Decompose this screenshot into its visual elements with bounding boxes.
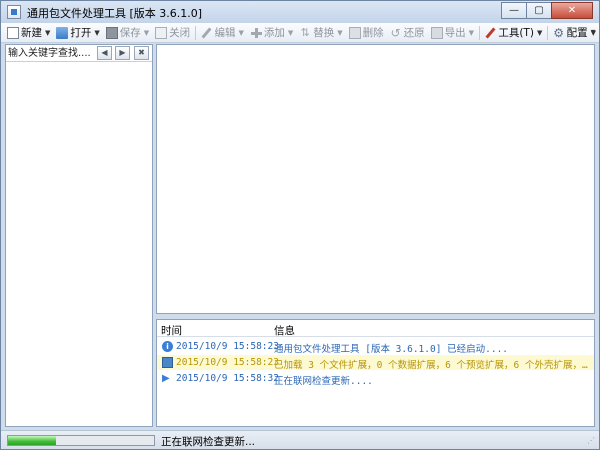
config-label: 配置 xyxy=(566,27,588,39)
column-header-time[interactable]: 时间 xyxy=(161,323,182,338)
status-bar: 正在联网检查更新... ⋰ xyxy=(1,430,599,449)
chevron-down-icon: ▼ xyxy=(287,28,294,37)
toolbar-overflow-button[interactable]: ▾ xyxy=(591,27,595,36)
replace-button[interactable]: ⇅ 替换 ▼ xyxy=(296,24,345,42)
search-clear-button[interactable]: ✖ xyxy=(134,46,149,60)
log-message: 通用包文件处理工具 [版本 3.6.1.0] 已经启动.... xyxy=(274,344,509,354)
open-button[interactable]: 打开 ▼ xyxy=(53,24,102,42)
add-button[interactable]: 添加 ▼ xyxy=(247,24,296,42)
progress-bar xyxy=(7,435,155,446)
close-file-label: 关闭 xyxy=(169,27,191,39)
file-tree-panel[interactable]: ◀ ▶ ✖ xyxy=(5,44,153,427)
content-view[interactable] xyxy=(156,44,595,314)
restore-icon: ↺ xyxy=(390,25,401,40)
title-bar[interactable]: 通用包文件处理工具 [版本 3.6.1.0] — ▢ ✕ xyxy=(1,1,599,23)
new-file-icon xyxy=(7,26,19,39)
close-file-button[interactable]: 关闭 xyxy=(152,24,193,42)
save-label: 保存 xyxy=(119,27,141,39)
main-window: 通用包文件处理工具 [版本 3.6.1.0] — ▢ ✕ 新建 ▼ 打开 ▼ 保… xyxy=(0,0,600,450)
log-header: 时间 信息 xyxy=(157,320,594,337)
search-bar: ◀ ▶ ✖ xyxy=(6,45,152,62)
app-icon xyxy=(7,5,21,19)
chevron-down-icon: ▼ xyxy=(45,28,51,37)
log-panel[interactable]: 时间 信息 i 2015/10/9 15:58:23 通用包文件处理工具 [版本… xyxy=(156,319,595,427)
minimize-button[interactable]: — xyxy=(501,2,527,19)
new-label: 新建 xyxy=(21,27,42,39)
status-text: 正在联网检查更新... xyxy=(161,436,256,448)
chevron-down-icon: ▼ xyxy=(468,28,475,37)
log-time: 2015/10/9 15:58:23 xyxy=(176,357,279,368)
delete-label: 删除 xyxy=(362,27,384,39)
restore-button[interactable]: ↺ 还原 xyxy=(387,24,428,42)
new-button[interactable]: 新建 ▼ xyxy=(4,24,53,42)
progress-fill xyxy=(8,436,57,445)
chevron-down-icon: ▼ xyxy=(143,28,150,37)
log-message: 正在联网检查更新.... xyxy=(274,376,373,386)
log-row[interactable]: i 2015/10/9 15:58:23 通用包文件处理工具 [版本 3.6.1… xyxy=(157,339,594,354)
search-next-button[interactable]: ▶ xyxy=(115,46,130,60)
replace-icon: ⇅ xyxy=(300,25,310,39)
resize-grip-icon[interactable]: ⋰ xyxy=(587,436,595,445)
delete-icon xyxy=(348,26,361,39)
window-title: 通用包文件处理工具 [版本 3.6.1.0] xyxy=(27,7,203,20)
play-icon: ▶ xyxy=(162,373,170,384)
tools-icon xyxy=(484,27,496,39)
toolbar: 新建 ▼ 打开 ▼ 保存 ▼ 关闭 编辑 ▼ 添加 ▼ ⇅ 替换 ▼ 删除 ↺ … xyxy=(1,23,599,43)
edit-button[interactable]: 编辑 ▼ xyxy=(197,24,246,42)
chevron-down-icon: ▼ xyxy=(94,28,100,37)
edit-icon xyxy=(200,27,212,39)
export-label: 导出 xyxy=(444,27,466,39)
chevron-down-icon: ▼ xyxy=(536,28,543,37)
delete-button[interactable]: 删除 xyxy=(346,24,387,42)
chevron-down-icon: ▼ xyxy=(238,28,244,37)
save-button[interactable]: 保存 ▼ xyxy=(103,24,152,42)
add-label: 添加 xyxy=(263,27,285,39)
log-row[interactable]: ▶ 2015/10/9 15:58:32 正在联网检查更新.... xyxy=(157,371,594,386)
info-icon: i xyxy=(162,341,173,352)
close-button[interactable]: ✕ xyxy=(551,2,593,19)
tools-label: 工具(T) xyxy=(498,27,534,39)
log-time: 2015/10/9 15:58:32 xyxy=(176,373,279,384)
column-header-message[interactable]: 信息 xyxy=(274,323,295,338)
replace-label: 替换 xyxy=(313,27,335,39)
export-button[interactable]: 导出 ▼ xyxy=(428,24,477,42)
log-message: 已加载 3 个文件扩展，0 个数据扩展，6 个预览扩展，6 个外壳扩展，1 个.… xyxy=(274,360,592,370)
search-prev-button[interactable]: ◀ xyxy=(97,46,112,60)
log-row[interactable]: 2015/10/9 15:58:23 已加载 3 个文件扩展，0 个数据扩展，6… xyxy=(157,355,594,370)
save-icon xyxy=(105,26,118,39)
close-file-icon xyxy=(155,26,168,39)
add-icon xyxy=(250,27,262,39)
tools-button[interactable]: 工具(T) ▼ xyxy=(481,24,545,42)
edit-label: 编辑 xyxy=(214,27,236,39)
chevron-down-icon: ▼ xyxy=(337,28,343,37)
log-time: 2015/10/9 15:58:23 xyxy=(176,341,279,352)
monitor-icon xyxy=(162,357,173,368)
open-label: 打开 xyxy=(70,27,92,39)
folder-open-icon xyxy=(56,26,69,39)
restore-label: 还原 xyxy=(403,27,425,39)
search-input[interactable] xyxy=(8,46,92,60)
gear-icon: ⚙ xyxy=(553,25,564,40)
export-icon xyxy=(430,26,443,39)
window-controls: — ▢ ✕ xyxy=(501,2,593,19)
maximize-button[interactable]: ▢ xyxy=(526,2,552,19)
